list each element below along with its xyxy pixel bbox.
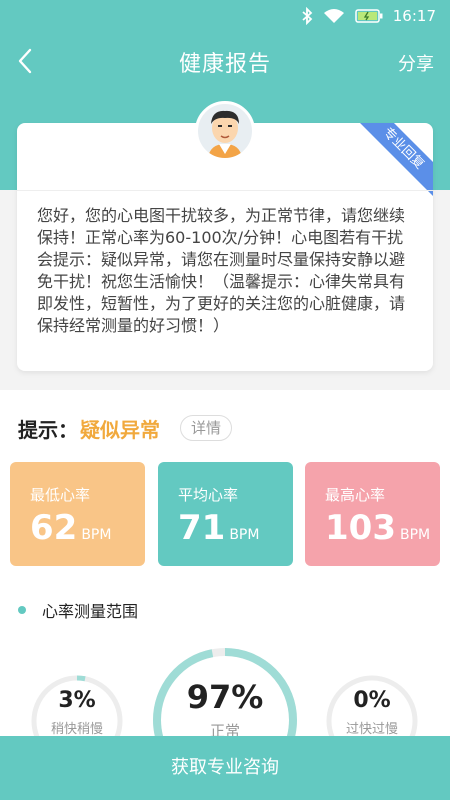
status-bar: 16:17 bbox=[0, 0, 450, 32]
battery-icon bbox=[355, 9, 383, 23]
ring-label: 过快过慢 bbox=[345, 722, 398, 737]
page-title: 健康报告 bbox=[178, 52, 271, 77]
avg-heart-rate-card: 平均心率 71 BPM bbox=[158, 462, 293, 566]
min-heart-rate-card: 最低心率 62 BPM bbox=[10, 462, 145, 566]
stat-value: 71 BPM bbox=[178, 508, 260, 548]
stat-value: 62 BPM bbox=[30, 508, 112, 548]
professional-reply-ribbon: 专业回复 bbox=[353, 123, 433, 200]
max-heart-rate-card: 最高心率 103 BPM bbox=[305, 462, 440, 566]
get-consultation-button[interactable]: 获取专业咨询 bbox=[0, 736, 450, 800]
stat-label: 最低心率 bbox=[30, 486, 91, 504]
doctor-face-icon bbox=[208, 110, 242, 158]
ring-percent: 0% bbox=[353, 688, 391, 713]
doctor-avatar bbox=[195, 101, 255, 161]
range-title-text: 心率测量范围 bbox=[42, 602, 139, 621]
status-icons: 16:17 bbox=[301, 6, 436, 26]
share-button[interactable]: 分享 bbox=[398, 50, 434, 76]
stat-label: 最高心率 bbox=[325, 486, 386, 504]
reply-message: 您好，您的心电图干扰较多，为正常节律，请您继续保持！正常心率为60-100次/分… bbox=[37, 206, 406, 335]
wifi-icon bbox=[323, 9, 344, 23]
stat-value: 103 BPM bbox=[325, 508, 431, 548]
ring-percent: 3% bbox=[58, 688, 96, 713]
bullet-dot bbox=[18, 606, 26, 614]
bluetooth-icon bbox=[302, 7, 313, 25]
stat-unit: BPM bbox=[399, 527, 431, 543]
heart-rate-range-rings: 3% 稍快稍慢 97% 正常 0% 过快过慢 bbox=[0, 640, 450, 792]
ring-percent: 97% bbox=[186, 678, 264, 716]
card-divider bbox=[17, 190, 433, 191]
stat-unit: BPM bbox=[81, 527, 112, 543]
diagnosis-tip: 提示： 疑似异常 详情 bbox=[18, 413, 233, 443]
app-header: 健康报告 分享 bbox=[0, 32, 450, 90]
stat-unit: BPM bbox=[229, 527, 260, 543]
details-button[interactable]: 详情 bbox=[180, 415, 233, 441]
ribbon-container: 专业回复 bbox=[353, 123, 433, 203]
tip-value: 疑似异常 bbox=[80, 417, 160, 442]
heart-rate-range-title: 心率测量范围 bbox=[18, 600, 139, 621]
tip-label: 提示： bbox=[18, 417, 78, 442]
stat-label: 平均心率 bbox=[178, 486, 239, 504]
ring-label: 稍快稍慢 bbox=[50, 722, 103, 737]
status-time: 16:17 bbox=[392, 7, 436, 25]
